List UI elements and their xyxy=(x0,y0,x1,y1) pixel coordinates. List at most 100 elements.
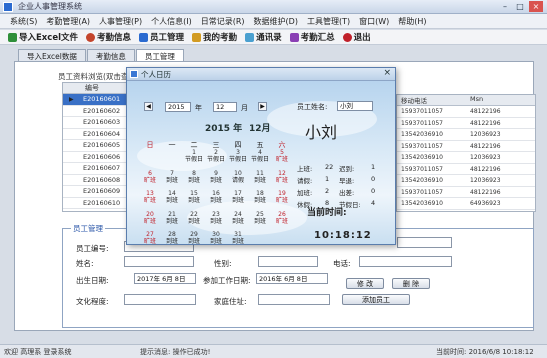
table-row[interactable]: E20160606 xyxy=(63,152,135,163)
delete-button[interactable]: 删 除 xyxy=(392,278,430,289)
calendar-day[interactable]: 12 旷班 xyxy=(271,170,293,184)
table-row[interactable]: E20160602 xyxy=(63,106,135,117)
table-row[interactable]: 15937011057 48122196 xyxy=(397,164,535,175)
clock-icon xyxy=(86,32,96,42)
calendar-day[interactable]: 8 到班 xyxy=(183,170,205,184)
calendar-day[interactable]: 2 节假日 xyxy=(205,149,227,163)
table-row[interactable]: E20160605 xyxy=(63,140,135,152)
menu-data[interactable]: 数据维护(D) xyxy=(254,14,307,28)
import-excel-button[interactable]: 导入Excel文件 xyxy=(8,30,78,44)
calendar-day[interactable]: 31 到班 xyxy=(227,231,249,244)
table-row[interactable]: 13542036910 64936923 xyxy=(397,198,535,210)
menu-help[interactable]: 帮助(H) xyxy=(398,14,435,28)
menu-personnel[interactable]: 人事管理(P) xyxy=(99,14,151,28)
menu-system[interactable]: 系统(S) xyxy=(10,14,46,28)
calendar-day[interactable]: 23 到班 xyxy=(205,211,227,225)
table-row[interactable]: E20160610 xyxy=(63,198,135,209)
next-month-button[interactable]: ▶ xyxy=(258,102,267,111)
staff-grid[interactable]: 编号 ▶ E20160601 E20160602 E20160603 E20160… xyxy=(62,82,136,212)
calendar-day[interactable]: 17 到班 xyxy=(227,190,249,204)
calendar-day[interactable]: 1 节假日 xyxy=(183,149,205,163)
calendar-day[interactable]: 27 旷班 xyxy=(139,231,161,244)
tab-staff-management[interactable]: 员工管理 xyxy=(135,49,184,61)
calendar-day[interactable]: 4 节假日 xyxy=(249,149,271,163)
menu-tools[interactable]: 工具管理(T) xyxy=(307,14,359,28)
education-field[interactable] xyxy=(124,294,196,305)
birth-date-picker[interactable]: 2017年 6月 8日 xyxy=(134,273,196,284)
current-time-label: 当前时间: xyxy=(307,208,347,218)
column-header-no[interactable]: 编号 xyxy=(63,83,135,94)
calendar-day[interactable]: 28 到班 xyxy=(161,231,183,244)
join-date-picker[interactable]: 2016年 6月 8日 xyxy=(256,273,328,284)
calendar-day[interactable]: 3 节假日 xyxy=(227,149,249,163)
dialog-close-button[interactable]: × xyxy=(383,68,391,78)
month-select[interactable]: 12 xyxy=(213,102,237,112)
calendar-day[interactable]: 30 到班 xyxy=(205,231,227,244)
column-header-mobile[interactable]: 移动电话 xyxy=(397,95,466,105)
calendar-day[interactable]: 13 旷班 xyxy=(139,190,161,204)
staff-management-button[interactable]: 员工管理 xyxy=(139,30,184,44)
calendar-day[interactable]: 11 到班 xyxy=(249,170,271,184)
calendar-day[interactable]: 21 到班 xyxy=(161,211,183,225)
menu-records[interactable]: 日常记录(R) xyxy=(201,14,254,28)
table-row[interactable]: E20160607 xyxy=(63,163,135,175)
contact-grid[interactable]: 移动电话 Msn 15937011057 48122196 15937011057… xyxy=(396,94,536,212)
menu-personal[interactable]: 个人信息(I) xyxy=(151,14,201,28)
calendar-day[interactable]: 10 请假 xyxy=(227,170,249,184)
day-status: 节假日 xyxy=(184,156,203,163)
calendar-day[interactable]: 20 旷班 xyxy=(139,211,161,225)
day-number: 17 xyxy=(234,190,242,197)
calendar-day[interactable]: 6 旷班 xyxy=(139,170,161,184)
phone-field[interactable] xyxy=(359,256,452,267)
menu-attendance[interactable]: 考勤管理(A) xyxy=(46,14,99,28)
attendance-summary-button[interactable]: 考勤汇总 xyxy=(289,30,335,44)
tab-import-excel[interactable]: 导入Excel数据 xyxy=(18,49,86,61)
name-field[interactable] xyxy=(124,256,194,267)
maximize-button[interactable]: □ xyxy=(513,1,527,12)
calendar-day[interactable]: 26 旷班 xyxy=(271,211,293,225)
sex-field[interactable] xyxy=(258,256,318,267)
calendar-day[interactable]: 16 到班 xyxy=(205,190,227,204)
close-button[interactable]: × xyxy=(529,1,543,12)
table-row[interactable]: 15937011057 48122196 xyxy=(397,141,535,152)
menu-window[interactable]: 窗口(W) xyxy=(359,14,398,28)
table-row[interactable]: E20160604 xyxy=(63,129,135,140)
modify-button[interactable]: 修 改 xyxy=(346,278,384,289)
calendar-day[interactable]: 7 到班 xyxy=(161,170,183,184)
prev-month-button[interactable]: ◀ xyxy=(144,102,153,111)
attendance-info-button[interactable]: 考勤信息 xyxy=(86,30,131,44)
calendar-day[interactable]: 25 到班 xyxy=(249,211,271,225)
calendar-day[interactable]: 24 到班 xyxy=(227,211,249,225)
table-row[interactable]: E20160609 xyxy=(63,186,135,198)
calendar-day[interactable]: 15 到班 xyxy=(183,190,205,204)
address-book-button[interactable]: 通讯录 xyxy=(245,30,282,44)
day-number: 15 xyxy=(190,190,198,197)
table-row[interactable]: 13542036910 12036923 xyxy=(397,175,535,187)
tab-attendance[interactable]: 考勤信息 xyxy=(86,49,135,61)
calendar-day[interactable]: 9 到班 xyxy=(205,170,227,184)
my-attendance-button[interactable]: 我的考勤 xyxy=(192,30,237,44)
add-staff-button[interactable]: 添加员工 xyxy=(342,294,410,305)
table-row[interactable]: E20160603 xyxy=(63,117,135,129)
calendar-day[interactable]: 5 旷班 xyxy=(271,149,293,163)
table-row[interactable]: 13542036910 12036923 xyxy=(397,129,535,141)
table-row[interactable]: 15937011057 48122196 xyxy=(397,118,535,129)
table-row[interactable]: E20160608 xyxy=(63,175,135,186)
calendar-day[interactable]: 18 到班 xyxy=(249,190,271,204)
table-row[interactable]: 15937011057 48122196 xyxy=(397,106,535,118)
column-header-msn[interactable]: Msn xyxy=(466,95,535,105)
employee-name-select[interactable]: 小刘 xyxy=(337,101,373,111)
table-row[interactable]: ▶ E20160601 xyxy=(63,94,135,106)
day-status: 请假 xyxy=(231,177,244,184)
year-select[interactable]: 2015 xyxy=(165,102,191,112)
table-row[interactable]: 15937011057 48122196 xyxy=(397,187,535,198)
table-row[interactable]: 13542036910 12036923 xyxy=(397,152,535,164)
extra-field[interactable] xyxy=(397,237,452,248)
calendar-day[interactable]: 29 到班 xyxy=(183,231,205,244)
minimize-button[interactable]: – xyxy=(498,1,512,12)
calendar-day[interactable]: 14 到班 xyxy=(161,190,183,204)
exit-button[interactable]: 退出 xyxy=(342,30,371,44)
home-field[interactable] xyxy=(258,294,330,305)
calendar-day[interactable]: 22 到班 xyxy=(183,211,205,225)
calendar-day[interactable]: 19 旷班 xyxy=(271,190,293,204)
